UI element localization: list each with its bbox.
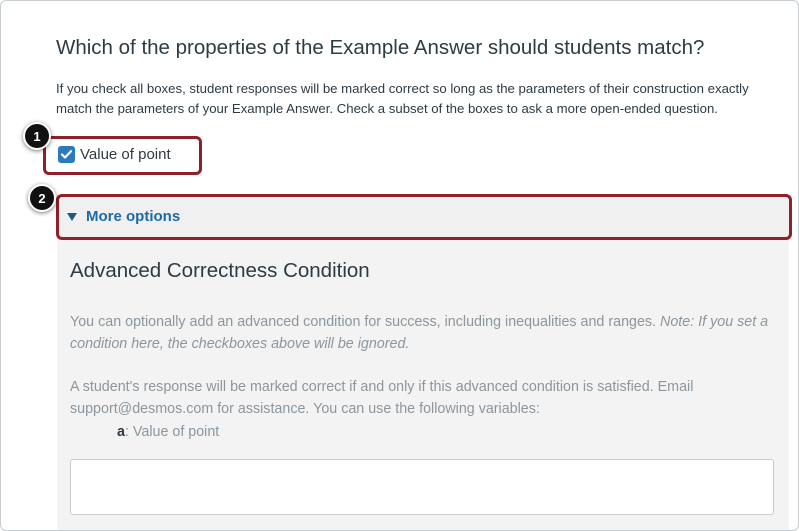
annotation-marker-1: 1 [23,122,51,150]
variable-name: a [117,424,125,440]
advanced-condition-title: Advanced Correctness Condition [70,259,370,282]
variable-item: a: Value of point [117,421,219,443]
question-title: Which of the properties of the Example A… [56,36,705,59]
annotation-highlight-more-options [56,194,792,240]
annotation-marker-2: 2 [28,184,56,212]
annotation-highlight-checkbox [43,136,202,175]
screenshot-frame: Which of the properties of the Example A… [0,0,799,531]
advanced-description: You can optionally add an advanced condi… [70,311,770,355]
advanced-instructions: A student's response will be marked corr… [70,379,694,417]
advanced-description-text: You can optionally add an advanced condi… [70,314,661,330]
advanced-condition-input[interactable] [70,459,774,515]
variable-description: : Value of point [124,424,220,440]
question-help-text: If you check all boxes, student response… [56,81,749,116]
